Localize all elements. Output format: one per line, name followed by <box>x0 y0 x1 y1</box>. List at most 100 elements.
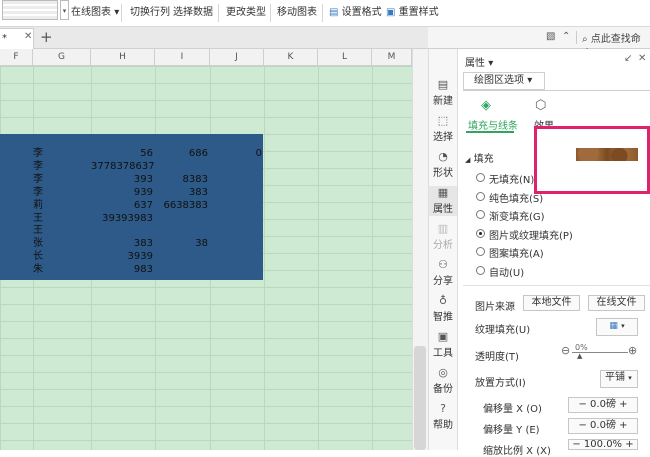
side-tool-toolbox[interactable]: ▣ 工具 <box>428 330 458 359</box>
cell-value[interactable] <box>210 200 262 212</box>
placement-dropdown[interactable]: 平铺 ▾ <box>600 370 638 388</box>
cell-name[interactable]: 莉 <box>33 200 53 212</box>
reset-style-button[interactable]: ▣ 重置样式 <box>386 3 439 23</box>
cell-value[interactable]: 39393983 <box>91 213 153 225</box>
side-tool-select-cursor[interactable]: ⬚ 选择 <box>428 114 458 143</box>
cell-name[interactable]: 李 <box>33 161 53 173</box>
online-chart-button[interactable]: 在线图表 ▾ <box>71 3 119 23</box>
cell-value[interactable] <box>155 213 208 225</box>
fill-option-radio[interactable] <box>476 191 485 201</box>
scale-x-value[interactable]: 100.0% <box>584 439 622 450</box>
cell-value[interactable]: 393 <box>91 174 153 186</box>
cell-name[interactable]: 长 <box>33 251 53 263</box>
texture-picker[interactable]: ▦ ▾ <box>596 318 638 336</box>
chart-style-dropdown-icon[interactable]: ▾ <box>60 0 69 20</box>
fill-option-radio[interactable] <box>476 228 485 238</box>
decrease-transparency-icon[interactable]: ⊖ <box>561 344 570 357</box>
cell-value[interactable]: 383 <box>91 238 153 250</box>
fill-option-label[interactable]: 纯色填充(S) <box>489 190 543 205</box>
close-panel-icon[interactable]: ✕ <box>638 53 646 64</box>
cell-value[interactable]: 3778378637 <box>91 161 155 173</box>
side-tool-property[interactable]: ▦ 属性 <box>428 186 458 215</box>
cell-value[interactable]: 8383 <box>155 174 208 186</box>
cell-value[interactable] <box>210 251 262 263</box>
cell-value[interactable] <box>210 238 262 250</box>
cell-name[interactable]: 李 <box>33 174 53 186</box>
cell-value[interactable] <box>210 213 262 225</box>
side-tool-new-file[interactable]: ▤ 新建 <box>428 78 458 107</box>
plot-area-options-dropdown[interactable]: 绘图区选项 ▾ <box>463 72 545 90</box>
fill-option-radio[interactable] <box>476 247 485 256</box>
column-header-k[interactable]: K <box>264 49 318 66</box>
fill-option-label[interactable]: 图片或纹理填充(P) <box>489 227 573 242</box>
close-tab-icon[interactable]: ✕ <box>24 31 32 42</box>
plus-icon[interactable]: + <box>619 420 627 431</box>
column-header-j[interactable]: J <box>210 49 264 66</box>
shrink-panel-icon[interactable]: ↙ <box>624 53 632 64</box>
fill-option-label[interactable]: 渐变填充(G) <box>489 208 545 223</box>
side-tool-bulb[interactable]: ♁ 智推 <box>428 294 458 323</box>
cell-value[interactable] <box>210 174 262 186</box>
offset-x-value[interactable]: 0.0磅 <box>590 399 616 410</box>
cell-value[interactable]: 686 <box>155 148 208 160</box>
column-header-f[interactable]: F <box>0 49 33 66</box>
column-header-l[interactable]: L <box>318 49 372 66</box>
minus-icon[interactable]: − <box>572 439 580 450</box>
offset-x-stepper[interactable]: − 0.0磅 + <box>568 397 638 413</box>
fill-option-label[interactable]: 自动(U) <box>489 264 524 279</box>
fill-option-radio[interactable] <box>476 265 485 275</box>
cell-value[interactable]: 3939 <box>91 251 153 263</box>
move-chart-button[interactable]: 移动图表 <box>277 3 317 23</box>
doc-icon[interactable]: ▧ <box>546 31 555 42</box>
plus-icon[interactable]: + <box>625 439 633 450</box>
panel-title[interactable]: 属性 ▾ <box>465 54 493 69</box>
add-tab-icon[interactable]: + <box>40 28 53 46</box>
cell-value[interactable]: 38 <box>155 238 208 250</box>
minus-icon[interactable]: − <box>578 420 586 431</box>
cell-value[interactable]: 983 <box>91 264 153 276</box>
fill-option-radio[interactable] <box>476 173 485 182</box>
cell-name[interactable]: 李 <box>33 187 53 199</box>
slider-handle-icon[interactable]: ▲ <box>577 352 582 360</box>
set-format-button[interactable]: ▤ 设置格式 <box>329 3 382 23</box>
cell-value[interactable] <box>210 187 262 199</box>
cell-value[interactable] <box>155 161 208 173</box>
online-file-button[interactable]: 在线文件 <box>588 295 645 311</box>
side-tool-shape[interactable]: ◔ 形状 <box>428 150 458 179</box>
local-file-button[interactable]: 本地文件 <box>523 295 580 311</box>
fill-section-header[interactable]: ◢ 填充 <box>465 150 494 165</box>
plus-icon[interactable]: + <box>619 399 627 410</box>
cell-value[interactable]: 637 <box>91 200 153 212</box>
fill-option-radio[interactable] <box>476 210 485 219</box>
increase-transparency-icon[interactable]: ⊕ <box>628 344 637 357</box>
cell-name[interactable]: 李 <box>33 148 53 160</box>
cell-value[interactable]: 0 <box>210 148 262 160</box>
fill-option-label[interactable]: 无填充(N) <box>489 171 534 186</box>
cell-value[interactable]: 6638383 <box>155 200 208 212</box>
offset-y-value[interactable]: 0.0磅 <box>590 420 616 431</box>
cell-value[interactable] <box>155 264 208 276</box>
scale-x-stepper[interactable]: − 100.0% + <box>568 439 638 450</box>
select-data-button[interactable]: 选择数据 <box>173 3 213 23</box>
cell-name[interactable]: 王 <box>33 213 53 225</box>
cell-value[interactable]: 939 <box>91 187 153 199</box>
cell-value[interactable] <box>155 251 208 263</box>
side-tool-backup[interactable]: ◎ 备份 <box>428 366 458 395</box>
column-header-i[interactable]: I <box>155 49 210 66</box>
column-header-h[interactable]: H <box>91 49 155 66</box>
offset-y-stepper[interactable]: − 0.0磅 + <box>568 418 638 434</box>
cell-name[interactable]: 朱 <box>33 264 53 276</box>
cell-value[interactable] <box>155 225 208 237</box>
minus-icon[interactable]: − <box>578 399 586 410</box>
tab-fill-and-line[interactable]: 填充与线条 <box>468 117 518 132</box>
cell-value[interactable] <box>91 225 153 237</box>
switch-row-col-button[interactable]: 切换行列 <box>130 3 170 23</box>
cell-value[interactable] <box>210 225 262 237</box>
cell-value[interactable] <box>210 264 262 276</box>
change-type-button[interactable]: 更改类型 <box>226 3 266 23</box>
chart-style-thumbnail[interactable] <box>2 0 58 20</box>
cell-value[interactable]: 56 <box>91 148 153 160</box>
collapse-icon[interactable]: ⌃ <box>562 31 570 42</box>
side-tool-help[interactable]: ? 帮助 <box>428 402 458 431</box>
cell-value[interactable] <box>210 161 262 173</box>
